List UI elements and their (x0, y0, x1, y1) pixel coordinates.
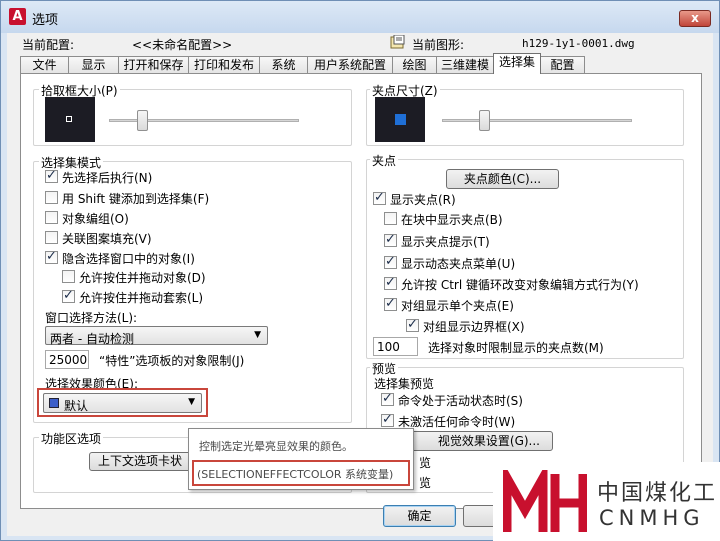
tab-display[interactable]: 显示 (68, 56, 119, 74)
ok-button[interactable]: 确定 (383, 505, 456, 527)
show-grips-label: 显示夹点(R) (390, 193, 456, 207)
tooltip-description: 控制选定光晕亮显效果的颜色。 (199, 440, 353, 453)
grip-colors-button[interactable]: 夹点颜色(C)... (446, 169, 559, 189)
preview-no-command-checkbox[interactable] (381, 412, 394, 427)
ctrl-cycle-checkbox[interactable] (384, 275, 397, 290)
property-preview-label: 览 (419, 456, 432, 470)
tooltip-highlight-box (192, 460, 410, 486)
window-method-dropdown[interactable]: 两者 - 自动检测 ▼ (45, 326, 268, 346)
shift-add-checkbox[interactable] (45, 191, 58, 204)
single-grip-groups-checkbox[interactable] (384, 296, 397, 311)
tab-open-save[interactable]: 打开和保存 (118, 56, 189, 74)
implied-windowing-label: 隐含选择窗口中的对象(I) (62, 252, 195, 266)
pickbox-square-icon (66, 116, 72, 122)
grip-size-slider-track[interactable] (442, 119, 632, 122)
grip-tips-label: 显示夹点提示(T) (401, 235, 490, 249)
current-profile-label: 当前配置: (22, 38, 75, 52)
ctrl-cycle-label: 允许按 Ctrl 键循环改变对象编辑方式行为(Y) (401, 278, 639, 292)
dynamic-grip-menu-label: 显示动态夹点菜单(U) (401, 257, 516, 271)
chevron-down-icon: ▼ (254, 330, 261, 340)
object-grouping-checkbox[interactable] (45, 211, 58, 224)
grip-limit-input[interactable]: 100 (373, 337, 418, 356)
press-drag-object-label: 允许按住并拖动对象(D) (79, 271, 206, 285)
selection-preview-subtitle: 选择集预览 (374, 377, 435, 391)
group-bounding-box-label: 对组显示边界框(X) (423, 320, 525, 334)
pickbox-preview (45, 97, 95, 142)
tab-profiles[interactable]: 配置 (540, 56, 585, 74)
dynamic-grip-menu-checkbox[interactable] (384, 254, 397, 269)
current-drawing-label: 当前图形: (412, 38, 465, 52)
window-method-label: 窗口选择方法(L): (45, 311, 138, 325)
tab-drafting[interactable]: 绘图 (392, 56, 437, 74)
watermark-chinese-text: 中国煤化工 (597, 481, 718, 506)
properties-limit-input[interactable]: 25000 (45, 350, 89, 369)
grip-size-preview (375, 97, 425, 142)
preview-no-command-label: 未激活任何命令时(W) (398, 415, 516, 429)
preview-command-active-label: 命令处于活动状态时(S) (398, 394, 523, 408)
tab-system[interactable]: 系统 (259, 56, 308, 74)
grip-square-icon (395, 114, 406, 125)
shift-add-label: 用 Shift 键添加到选择集(F) (62, 192, 210, 206)
effect-color-tooltip: 控制选定光晕亮显效果的颜色。 (SELECTIONEFFECTCOLOR 系统变… (188, 428, 414, 490)
grip-tips-checkbox[interactable] (384, 232, 397, 247)
effect-color-highlight-box (37, 388, 208, 417)
pickbox-slider-thumb[interactable] (137, 110, 148, 131)
ribbon-options-title: 功能区选项 (39, 430, 104, 447)
associative-hatch-label: 关联图案填充(V) (62, 232, 152, 246)
preview-command-active-checkbox[interactable] (381, 391, 394, 406)
tab-user-preferences[interactable]: 用户系统配置 (307, 56, 393, 74)
object-grouping-label: 对象编组(O) (62, 212, 129, 226)
press-drag-lasso-checkbox[interactable] (62, 288, 75, 303)
group-bounding-box-checkbox[interactable] (406, 317, 419, 332)
noun-verb-selection-label: 先选择后执行(N) (62, 171, 153, 185)
tab-selection[interactable]: 选择集 (493, 53, 541, 74)
tab-plot-publish[interactable]: 打印和发布 (188, 56, 260, 74)
tab-files[interactable]: 文件 (20, 56, 69, 74)
watermark-english-text: CNMHG (599, 506, 705, 530)
grips-in-blocks-checkbox[interactable] (384, 212, 397, 225)
press-drag-lasso-label: 允许按住并拖动套索(L) (79, 291, 204, 305)
autocad-app-icon: A (9, 8, 26, 25)
drawing-file-icon (390, 34, 406, 49)
grip-size-slider-thumb[interactable] (479, 110, 490, 131)
window-title: 选项 (32, 13, 59, 28)
window-method-value: 两者 - 自动检测 (50, 332, 134, 346)
current-profile-value: <<未命名配置>> (132, 38, 233, 52)
title-bar: A 选项 x (1, 1, 719, 33)
cnmhg-logo-icon (503, 470, 587, 532)
visual-effects-settings-button[interactable]: 视觉效果设置(G)... (408, 431, 553, 451)
command-preview-label: 览 (419, 476, 432, 490)
properties-limit-label: “特性”选项板的对象限制(J) (99, 354, 245, 368)
grips-title: 夹点 (370, 152, 399, 169)
implied-windowing-checkbox[interactable] (45, 249, 58, 264)
noun-verb-selection-checkbox[interactable] (45, 168, 58, 183)
press-drag-object-checkbox[interactable] (62, 270, 75, 283)
single-grip-groups-label: 对组显示单个夹点(E) (401, 299, 514, 313)
current-drawing-value: h129-1y1-0001.dwg (522, 37, 635, 50)
grip-limit-label: 选择对象时限制显示的夹点数(M) (428, 341, 604, 355)
close-button[interactable]: x (679, 10, 711, 27)
watermark: 中国煤化工 CNMHG (493, 462, 720, 541)
tab-3d-modeling[interactable]: 三维建模 (436, 56, 494, 74)
show-grips-checkbox[interactable] (373, 190, 386, 205)
grips-in-blocks-label: 在块中显示夹点(B) (401, 213, 503, 227)
associative-hatch-checkbox[interactable] (45, 231, 58, 244)
